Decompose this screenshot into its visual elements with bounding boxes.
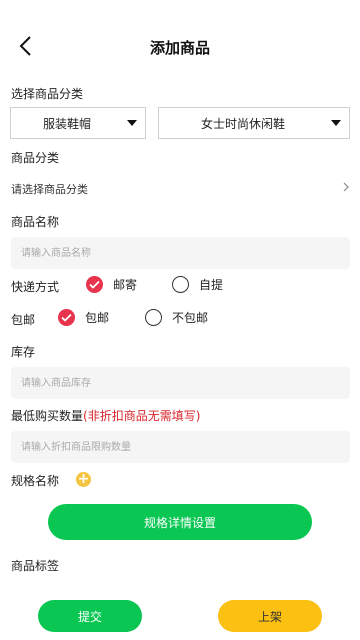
- product-tags-label: 商品标签: [11, 559, 60, 573]
- min-purchase-label: 最低购买数量(非折扣商品无需填写): [11, 407, 200, 424]
- secondary-category-select[interactable]: 女士时尚休闲鞋: [158, 107, 350, 139]
- min-purchase-input[interactable]: [11, 431, 350, 463]
- stock-label: 库存: [11, 345, 36, 359]
- free-shipping-label: 包邮: [11, 313, 36, 327]
- min-purchase-note: (非折扣商品无需填写): [83, 409, 201, 423]
- delivery-option-mail[interactable]: 邮寄: [86, 276, 137, 293]
- stock-input[interactable]: [11, 367, 350, 399]
- delivery-option-pickup[interactable]: 自提: [172, 276, 223, 293]
- product-category-placeholder: 请选择商品分类: [11, 183, 88, 196]
- delivery-option-label: 邮寄: [113, 278, 138, 292]
- chevron-right-icon: [342, 180, 350, 197]
- primary-category-value: 服装鞋帽: [42, 116, 91, 131]
- header-bar: 添加商品: [0, 0, 360, 90]
- product-name-input[interactable]: [11, 237, 350, 269]
- delivery-option-label: 自提: [199, 278, 224, 292]
- delivery-label: 快递方式: [11, 280, 60, 294]
- list-on-shelf-button[interactable]: 上架: [218, 600, 322, 632]
- min-purchase-title: 最低购买数量: [11, 409, 84, 423]
- unchecked-circle-icon: [172, 276, 189, 293]
- free-shipping-option-yes[interactable]: 包邮: [58, 309, 109, 326]
- caret-down-icon: [331, 120, 341, 126]
- caret-down-icon: [127, 120, 137, 126]
- product-category-label: 商品分类: [11, 151, 60, 165]
- page-title: 添加商品: [149, 39, 210, 57]
- product-category-picker[interactable]: 请选择商品分类: [0, 176, 360, 200]
- free-shipping-option-label: 不包邮: [172, 311, 209, 325]
- submit-button[interactable]: 提交: [38, 600, 142, 632]
- product-name-label: 商品名称: [11, 215, 60, 229]
- checked-icon: [58, 309, 75, 326]
- free-shipping-option-label: 包邮: [85, 311, 110, 325]
- spec-name-label: 规格名称: [11, 474, 60, 488]
- secondary-category-value: 女士时尚休闲鞋: [200, 116, 285, 131]
- spec-details-button[interactable]: 规格详情设置: [48, 504, 312, 540]
- free-shipping-option-no[interactable]: 不包邮: [145, 309, 208, 326]
- unchecked-circle-icon: [145, 309, 162, 326]
- category-select-label: 选择商品分类: [11, 87, 84, 101]
- checked-icon: [86, 276, 103, 293]
- primary-category-select[interactable]: 服装鞋帽: [10, 107, 146, 139]
- add-spec-icon[interactable]: +: [76, 472, 91, 487]
